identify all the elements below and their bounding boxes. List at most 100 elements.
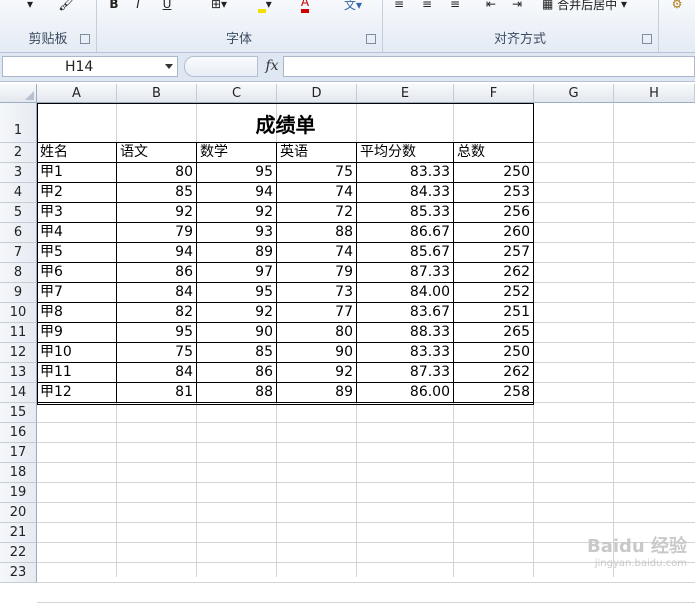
cell-f12[interactable]: 250: [454, 343, 534, 363]
bold-button[interactable]: B: [106, 0, 122, 12]
cell-f2[interactable]: 总数: [454, 143, 534, 163]
cell-c7[interactable]: 89: [197, 243, 277, 263]
row-header-15[interactable]: 15: [0, 403, 37, 423]
font-launcher-icon[interactable]: [366, 34, 376, 44]
cell-b7[interactable]: 94: [117, 243, 197, 263]
row-header-17[interactable]: 17: [0, 443, 37, 463]
cell-d11[interactable]: 80: [277, 323, 357, 343]
cell-a8[interactable]: 甲6: [37, 263, 117, 283]
italic-button[interactable]: I: [130, 0, 146, 12]
format-painter-icon[interactable]: 🖌: [56, 0, 78, 12]
cell-f14[interactable]: 258: [454, 383, 534, 403]
align-center-icon[interactable]: ≡: [418, 0, 436, 12]
cell-e8[interactable]: 87.33: [357, 263, 454, 283]
paste-dropdown-icon[interactable]: ▾: [20, 0, 40, 12]
column-header-e[interactable]: E: [357, 84, 454, 103]
cell-e11[interactable]: 88.33: [357, 323, 454, 343]
cell-b13[interactable]: 84: [117, 363, 197, 383]
cell-c5[interactable]: 92: [197, 203, 277, 223]
align-right-icon[interactable]: ≡: [446, 0, 464, 12]
decrease-indent-icon[interactable]: ⇤: [482, 0, 500, 12]
row-header-8[interactable]: 8: [0, 263, 37, 283]
row-header-10[interactable]: 10: [0, 303, 37, 323]
row-header-7[interactable]: 7: [0, 243, 37, 263]
row-header-9[interactable]: 9: [0, 283, 37, 303]
cell-d5[interactable]: 72: [277, 203, 357, 223]
cell-b3[interactable]: 80: [117, 163, 197, 183]
cell-a11[interactable]: 甲9: [37, 323, 117, 343]
cell-e5[interactable]: 85.33: [357, 203, 454, 223]
cell-f4[interactable]: 253: [454, 183, 534, 203]
column-header-h[interactable]: H: [614, 84, 695, 103]
cell-c6[interactable]: 93: [197, 223, 277, 243]
cell-c13[interactable]: 86: [197, 363, 277, 383]
column-header-c[interactable]: C: [197, 84, 277, 103]
increase-indent-icon[interactable]: ⇥: [508, 0, 526, 12]
cell-f8[interactable]: 262: [454, 263, 534, 283]
cell-d3[interactable]: 75: [277, 163, 357, 183]
borders-icon[interactable]: ⊞▾: [206, 0, 232, 12]
cell-a14[interactable]: 甲12: [37, 383, 117, 403]
cell-b5[interactable]: 92: [117, 203, 197, 223]
cell-a2[interactable]: 姓名: [37, 143, 117, 163]
cell-d8[interactable]: 79: [277, 263, 357, 283]
cell-f11[interactable]: 265: [454, 323, 534, 343]
cell-e12[interactable]: 83.33: [357, 343, 454, 363]
row-header-12[interactable]: 12: [0, 343, 37, 363]
cell-b10[interactable]: 82: [117, 303, 197, 323]
cell-c8[interactable]: 97: [197, 263, 277, 283]
cell-d2[interactable]: 英语: [277, 143, 357, 163]
name-box[interactable]: H14: [2, 56, 178, 77]
cell-d7[interactable]: 74: [277, 243, 357, 263]
cell-e6[interactable]: 86.67: [357, 223, 454, 243]
cell-c10[interactable]: 92: [197, 303, 277, 323]
cell-f10[interactable]: 251: [454, 303, 534, 323]
row-header-5[interactable]: 5: [0, 203, 37, 223]
cell-f13[interactable]: 262: [454, 363, 534, 383]
cell-e13[interactable]: 87.33: [357, 363, 454, 383]
merge-center-button[interactable]: ▦ 合并后居中 ▾: [542, 0, 654, 12]
underline-button[interactable]: U: [154, 0, 180, 12]
cell-b11[interactable]: 95: [117, 323, 197, 343]
cell-a12[interactable]: 甲10: [37, 343, 117, 363]
cell-d14[interactable]: 89: [277, 383, 357, 403]
cell-b12[interactable]: 75: [117, 343, 197, 363]
cell-c2[interactable]: 数学: [197, 143, 277, 163]
fill-color-icon[interactable]: ▾: [252, 0, 278, 13]
cell-d10[interactable]: 77: [277, 303, 357, 323]
cell-c4[interactable]: 94: [197, 183, 277, 203]
row-header-14[interactable]: 14: [0, 383, 37, 403]
select-all-button[interactable]: [0, 84, 37, 103]
clipboard-launcher-icon[interactable]: [80, 34, 90, 44]
cell-a13[interactable]: 甲11: [37, 363, 117, 383]
cell-e2[interactable]: 平均分数: [357, 143, 454, 163]
align-left-icon[interactable]: ≡: [390, 0, 408, 12]
cell-f7[interactable]: 257: [454, 243, 534, 263]
cell-b6[interactable]: 79: [117, 223, 197, 243]
cell-c3[interactable]: 95: [197, 163, 277, 183]
cell-a3[interactable]: 甲1: [37, 163, 117, 183]
cell-c11[interactable]: 90: [197, 323, 277, 343]
row-header-13[interactable]: 13: [0, 363, 37, 383]
row-header-22[interactable]: 22: [0, 543, 37, 563]
cell-d4[interactable]: 74: [277, 183, 357, 203]
formula-input[interactable]: [283, 56, 695, 77]
phonetic-icon[interactable]: 文▾: [340, 0, 366, 12]
formula-bar-handle[interactable]: [184, 56, 258, 77]
row-header-21[interactable]: 21: [0, 523, 37, 543]
column-header-d[interactable]: D: [277, 84, 357, 103]
cell-a10[interactable]: 甲8: [37, 303, 117, 323]
cell-f3[interactable]: 250: [454, 163, 534, 183]
cell-e14[interactable]: 86.00: [357, 383, 454, 403]
cell-b8[interactable]: 86: [117, 263, 197, 283]
cell-a7[interactable]: 甲5: [37, 243, 117, 263]
row-header-6[interactable]: 6: [0, 223, 37, 243]
row-header-20[interactable]: 20: [0, 503, 37, 523]
row-header-23[interactable]: 23: [0, 563, 37, 583]
cell-a9[interactable]: 甲7: [37, 283, 117, 303]
cell-c9[interactable]: 95: [197, 283, 277, 303]
column-header-g[interactable]: G: [534, 84, 614, 103]
row-header-1[interactable]: 1: [0, 103, 37, 143]
cell-d6[interactable]: 88: [277, 223, 357, 243]
cell-e10[interactable]: 83.67: [357, 303, 454, 323]
